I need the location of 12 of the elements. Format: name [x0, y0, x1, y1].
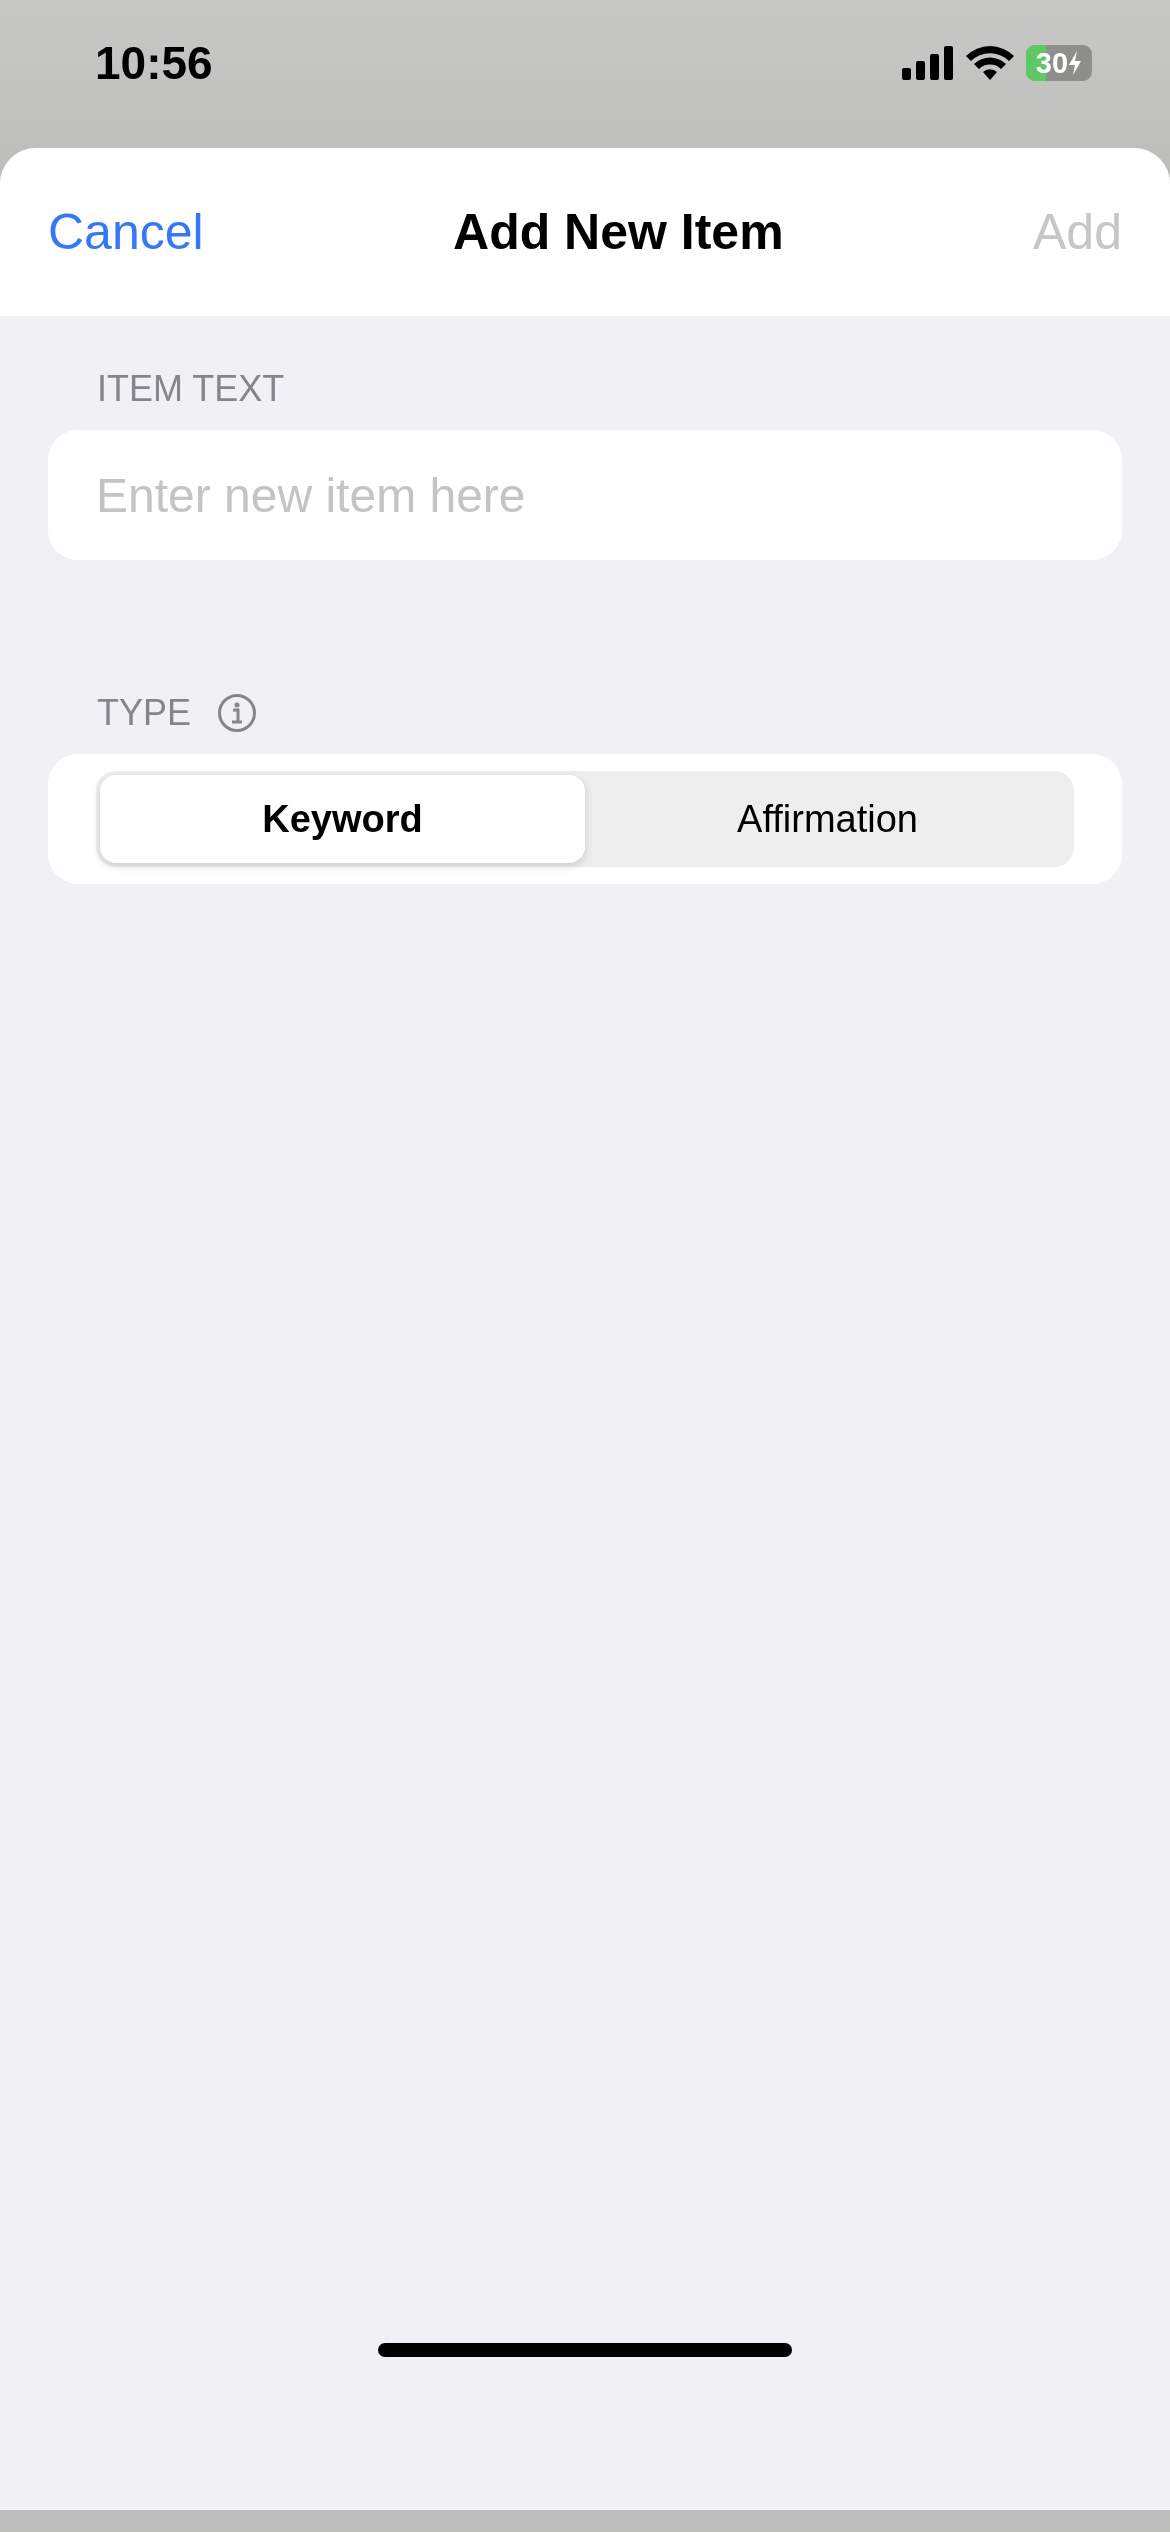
- battery-icon: 30: [1026, 45, 1092, 81]
- cancel-button[interactable]: Cancel: [48, 203, 204, 261]
- sheet-title: Add New Item: [453, 203, 784, 261]
- segment[interactable]: Keyword: [100, 775, 585, 863]
- section-label: TYPE: [97, 692, 192, 734]
- segment[interactable]: Affirmation: [585, 775, 1070, 863]
- item-text-field[interactable]: Enter new item here: [48, 430, 1122, 560]
- wifi-icon: [966, 46, 1014, 80]
- info-icon[interactable]: [217, 693, 258, 733]
- signal-icon: [902, 46, 954, 80]
- section-label: ITEM TEXT: [97, 368, 285, 410]
- status-time: 10:56: [95, 36, 213, 90]
